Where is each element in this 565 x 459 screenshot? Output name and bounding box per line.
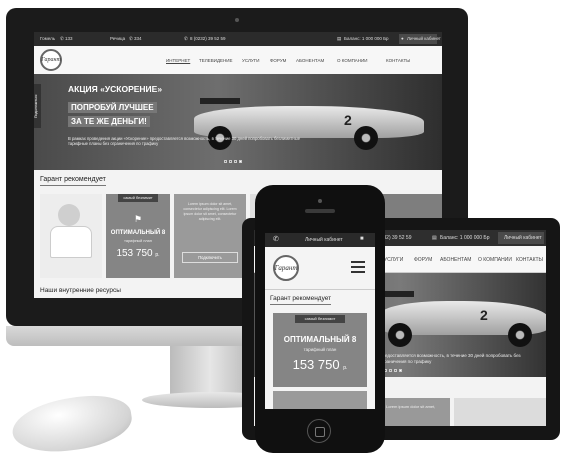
tablet-nav-subscribers[interactable]: АБОНЕНТАМ	[440, 257, 471, 263]
tariff-badge: самый безлимит	[118, 194, 158, 202]
tariff-price: 153 750 р.	[106, 248, 170, 259]
hero-description: В рамках проведения акции «Ускорение» пр…	[68, 136, 301, 147]
monitor-stand	[170, 346, 250, 398]
topbar-city-rechitsa: Речица	[110, 36, 126, 41]
nav-item-tv[interactable]: ТЕЛЕВИДЕНИЕ	[199, 58, 232, 63]
topbar-phone-gomel[interactable]: 133	[65, 36, 73, 41]
phone-tariff-card[interactable]: самый безлимит ОПТИМАЛЬНЫЙ 8 тарифный пл…	[273, 313, 367, 387]
topbar-city-gomel: Гомель	[40, 36, 56, 41]
nav-item-services[interactable]: УСЛУГИ	[242, 58, 259, 63]
slider-dot[interactable]	[229, 160, 232, 163]
hero-subtitle-1: ПОПРОБУЙ ЛУЧШЕЕ	[68, 102, 157, 113]
tariff-card-optimal[interactable]: самый безлимит ⚑ ОПТИМАЛЬНЫЙ 8 тарифный …	[106, 194, 170, 278]
person-photo	[58, 204, 80, 226]
price-value: 153 750	[292, 357, 340, 372]
phone-device: ✆ Личный кабинет ■ Гарант Гарант рекомен…	[255, 185, 385, 453]
hero-subtitle-2: ЗА ТЕ ЖЕ ДЕНЬГИ!	[68, 116, 150, 127]
card-info-text: Lorem ipsum dolor sit amet, consectetur …	[183, 202, 237, 221]
promo-card-person[interactable]	[40, 194, 102, 278]
desktop-navbar: Гарант ИНТЕРНЕТ ТЕЛЕВИДЕНИЕ УСЛУГИ ФОРУМ…	[34, 46, 442, 75]
phone-icon[interactable]: ✆	[273, 235, 279, 243]
tablet-balance: Баланс: 1 000 000 Бр	[440, 235, 490, 241]
phone-tariff-subtitle: тарифный план	[303, 347, 337, 352]
topbar-phone-rechitsa[interactable]: 334	[134, 36, 142, 41]
balance-icon: ▤	[432, 235, 437, 241]
site-logo[interactable]: Гарант	[40, 49, 62, 71]
tablet-promo-card[interactable]	[454, 398, 546, 426]
phone-section-title: Гарант рекомендует	[270, 295, 332, 305]
slider-dot[interactable]	[394, 369, 397, 372]
phone-tariff-price: 153 750 р.	[273, 357, 367, 372]
tablet-nav-contacts[interactable]: КОНТАКТЫ	[516, 257, 543, 263]
tablet-cabinet-link[interactable]: Личный кабинет	[504, 235, 542, 241]
balance-icon: ▤	[337, 36, 342, 41]
mouse-device	[8, 389, 136, 459]
tablet-card-text: Lorem ipsum dolor sit amet,	[386, 404, 436, 409]
topbar-balance: Баланс: 1 000 000 Бр	[344, 36, 389, 41]
price-currency: р.	[155, 252, 160, 258]
tablet-info-card[interactable]: Lorem ipsum dolor sit amet,	[380, 398, 450, 426]
section-title-recommends: Гарант рекомендует	[40, 176, 106, 186]
nav-item-internet[interactable]: ИНТЕРНЕТ	[166, 58, 190, 63]
price-value: 153 750	[116, 248, 153, 259]
topbar-phone-main[interactable]: 8 (0232) 39 52 59	[190, 36, 226, 41]
hero-slider-dots[interactable]	[224, 160, 242, 163]
phone-cabinet-link[interactable]: Личный кабинет	[305, 237, 343, 243]
phone-next-card[interactable]	[273, 391, 367, 409]
phone-speaker	[305, 209, 335, 213]
slider-dot[interactable]	[389, 369, 392, 372]
flag-icon: ⚑	[134, 214, 143, 224]
tablet-nav-services[interactable]: УСЛУГИ	[384, 257, 403, 263]
price-currency: р.	[343, 365, 348, 371]
tablet-nav-forum[interactable]: ФОРУМ	[414, 257, 432, 263]
tablet-race-car-image: 2	[380, 287, 546, 347]
tablet-slider-dots[interactable]	[384, 369, 402, 372]
slider-dot[interactable]	[234, 160, 237, 163]
phone-topbar: ✆ Личный кабинет ■	[265, 233, 375, 247]
phone-tariff-name: ОПТИМАЛЬНЫЙ 8	[283, 335, 357, 344]
phone-tariff-badge: самый безлимит	[295, 315, 345, 323]
nav-item-about[interactable]: О КОМПАНИИ	[337, 58, 368, 63]
nav-item-subscribers[interactable]: АБОНЕНТАМ	[296, 58, 324, 63]
user-icon: ●	[401, 36, 404, 41]
phone-site-logo[interactable]: Гарант	[273, 255, 299, 281]
section-title-resources: Наши внутренние ресурсы	[40, 287, 121, 294]
phone-camera	[318, 199, 322, 203]
phone-icon: ✆	[60, 36, 64, 41]
tariff-name: ОПТИМАЛЬНЫЙ 8	[110, 230, 166, 236]
slider-dot-active[interactable]	[239, 160, 242, 163]
side-connect-tab[interactable]: Подключиться	[34, 84, 41, 128]
hero-title: АКЦИЯ «УСКОРЕНИЕ»	[68, 84, 163, 94]
phone-icon: ✆	[129, 36, 133, 41]
phone-icon: ✆	[184, 36, 188, 41]
person-laptop	[50, 226, 92, 258]
desktop-topbar: Гомель ✆ 133 Речица ✆ 334 ✆ 8 (0232) 39 …	[34, 32, 442, 46]
lock-icon: ■	[360, 236, 364, 242]
nav-item-forum[interactable]: ФОРУМ	[270, 58, 286, 63]
phone-website: ✆ Личный кабинет ■ Гарант Гарант рекомен…	[265, 233, 375, 409]
menu-icon[interactable]	[351, 261, 365, 273]
tariff-card-info[interactable]: Lorem ipsum dolor sit amet, consectetur …	[174, 194, 246, 278]
monitor-camera	[235, 18, 239, 22]
promo-hero-banner[interactable]: 2 АКЦИЯ «УСКОРЕНИЕ» ПОПРОБУЙ ЛУЧШЕЕ ЗА Т…	[34, 74, 442, 170]
slider-dot[interactable]	[224, 160, 227, 163]
tablet-hero-description: предоставляется возможность, в течение 3…	[380, 353, 521, 364]
slider-dot-active[interactable]	[399, 369, 402, 372]
topbar-cabinet-link[interactable]: Личный кабинет	[407, 36, 441, 41]
phone-divider	[265, 289, 375, 290]
nav-item-contacts[interactable]: КОНТАКТЫ	[386, 58, 410, 63]
phone-home-button[interactable]	[307, 419, 331, 443]
connect-button[interactable]: Подключить	[182, 252, 238, 263]
tablet-nav-about[interactable]: О КОМПАНИИ	[478, 257, 512, 263]
tariff-subtitle: тарифный план	[124, 239, 152, 243]
